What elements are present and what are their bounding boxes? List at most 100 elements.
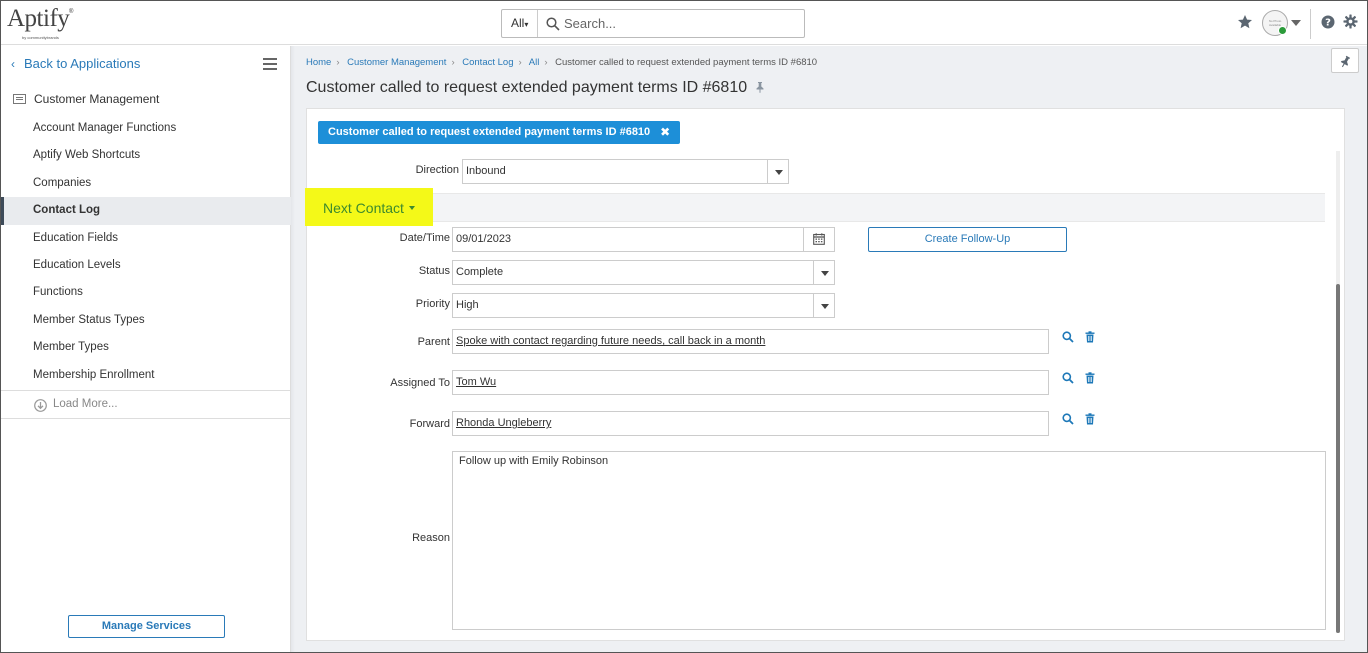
forward-label: Forward (409, 418, 450, 430)
help-icon[interactable]: ? (1321, 15, 1335, 29)
parent-value[interactable]: Spoke with contact regarding future need… (456, 335, 765, 347)
breadcrumb-separator-icon: › (336, 57, 340, 68)
chevron-left-icon: ‹ (11, 57, 15, 71)
breadcrumb-customer-management[interactable]: Customer Management (347, 57, 446, 68)
datetime-label: Date/Time (399, 232, 450, 244)
record-form-card: Customer called to request extended paym… (305, 108, 1345, 641)
breadcrumb-all[interactable]: All (529, 57, 540, 68)
hamburger-menu-icon[interactable] (263, 58, 277, 70)
priority-value: High (456, 299, 479, 311)
breadcrumb-separator-icon: › (518, 57, 522, 68)
main-content: Home › Customer Management › Contact Log › … (295, 46, 1367, 652)
chevron-down-icon (767, 160, 788, 183)
reason-textarea[interactable]: Follow up with Emily Robinson (452, 451, 1326, 630)
pin-icon[interactable] (755, 81, 765, 93)
sidebar-item-education-levels[interactable]: Education Levels (1, 252, 291, 279)
form-scrollbar-thumb[interactable] (1336, 284, 1340, 633)
search-icon (546, 17, 560, 31)
search-input[interactable] (564, 11, 800, 36)
record-tab[interactable]: Customer called to request extended paym… (318, 121, 681, 144)
global-search: All▾ (501, 9, 805, 38)
breadcrumb: Home › Customer Management › Contact Log › … (306, 57, 817, 68)
trash-icon[interactable] (1084, 331, 1096, 343)
breadcrumb-home[interactable]: Home (306, 57, 331, 68)
caret-down-icon (408, 206, 415, 210)
sidebar-item-aptify-web-shortcuts[interactable]: Aptify Web Shortcuts (1, 142, 291, 169)
direction-select[interactable]: Inbound (462, 159, 789, 184)
direction-value: Inbound (466, 165, 506, 177)
close-icon[interactable]: ✖ (660, 121, 670, 144)
status-value: Complete (456, 266, 504, 278)
list-icon (13, 94, 26, 104)
page-title: Customer called to request extended paym… (306, 79, 765, 97)
sidebar-nav-list: Account Manager Functions Aptify Web Sho… (1, 115, 291, 389)
sidebar-item-membership-enrollment[interactable]: Membership Enrollment (1, 362, 291, 389)
back-to-applications-link[interactable]: ‹ Back to Applications (11, 56, 140, 71)
search-scope-label: All (511, 16, 525, 30)
breadcrumb-separator-icon: › (451, 57, 455, 68)
next-contact-section-header[interactable]: Next Contact (305, 188, 1325, 226)
top-bar: Aptify ® by communitybrands All▾ No Phot… (1, 1, 1367, 45)
search-icon[interactable] (1062, 331, 1074, 343)
logo-registered-mark: ® (69, 9, 74, 15)
breadcrumb-contact-log[interactable]: Contact Log (462, 57, 513, 68)
trash-icon[interactable] (1084, 413, 1096, 425)
manage-services-button[interactable]: Manage Services (68, 615, 225, 638)
record-tab-label: Customer called to request extended paym… (328, 126, 651, 138)
reason-label: Reason (412, 532, 450, 544)
priority-select[interactable]: High (452, 293, 835, 318)
datetime-value: 09/01/2023 (456, 233, 512, 245)
status-select[interactable]: Complete (452, 260, 835, 285)
create-follow-up-button[interactable]: Create Follow-Up (868, 227, 1067, 252)
breadcrumb-separator-icon: › (544, 57, 548, 68)
priority-label: Priority (415, 298, 450, 310)
assigned-to-value[interactable]: Tom Wu (456, 376, 496, 388)
user-menu-caret-icon[interactable] (1291, 20, 1301, 26)
svg-text:?: ? (1325, 18, 1331, 29)
trash-icon[interactable] (1084, 372, 1096, 384)
scope-caret-icon: ▾ (524, 20, 529, 29)
pin-page-button[interactable] (1331, 48, 1359, 73)
parent-lookup[interactable]: Spoke with contact regarding future need… (452, 329, 1049, 354)
chevron-down-icon (813, 294, 834, 317)
load-more-label: Load More... (53, 398, 118, 410)
forward-value[interactable]: Rhonda Ungleberry (456, 417, 551, 429)
datetime-input[interactable]: 09/01/2023 (452, 227, 835, 252)
calendar-button[interactable] (803, 228, 834, 251)
aptify-logo[interactable]: Aptify ® by communitybrands (7, 6, 73, 42)
breadcrumb-current: Customer called to request extended paym… (555, 57, 818, 68)
forward-lookup[interactable]: Rhonda Ungleberry (452, 411, 1049, 436)
assigned-to-lookup[interactable]: Tom Wu (452, 370, 1049, 395)
search-icon[interactable] (1062, 372, 1074, 384)
pin-icon (1340, 55, 1351, 68)
favorites-star-icon[interactable] (1237, 14, 1253, 30)
sidebar-item-education-fields[interactable]: Education Fields (1, 225, 291, 252)
logo-text: Aptify (7, 5, 70, 32)
load-more-button[interactable]: Load More... (1, 390, 291, 419)
online-status-indicator (1278, 26, 1287, 35)
sidebar-item-functions[interactable]: Functions (1, 279, 291, 306)
sidebar-item-member-status-types[interactable]: Member Status Types (1, 307, 291, 334)
search-icon[interactable] (1062, 413, 1074, 425)
calendar-icon (813, 233, 825, 245)
sidebar-item-member-types[interactable]: Member Types (1, 334, 291, 361)
section-title-label: Customer Management (34, 92, 160, 106)
direction-label: Direction (415, 164, 459, 176)
sidebar-item-companies[interactable]: Companies (1, 170, 291, 197)
status-label: Status (418, 265, 450, 277)
section-title: Next Contact (323, 200, 415, 216)
section-title-text: Next Contact (323, 200, 404, 216)
sidebar: ‹ Back to Applications Customer Managemen… (1, 46, 291, 652)
logo-subtitle: by communitybrands (22, 35, 59, 40)
header-divider (1310, 9, 1311, 39)
gear-icon[interactable] (1343, 14, 1358, 29)
page-title-text: Customer called to request extended paym… (306, 79, 748, 96)
chevron-down-icon (813, 261, 834, 284)
search-scope-dropdown[interactable]: All▾ (502, 10, 538, 37)
sidebar-section-title[interactable]: Customer Management (13, 92, 159, 106)
assigned-to-label: Assigned To (390, 377, 450, 389)
sidebar-item-account-manager-functions[interactable]: Account Manager Functions (1, 115, 291, 142)
back-label: Back to Applications (24, 56, 141, 71)
arrow-down-circle-icon (34, 399, 47, 412)
sidebar-item-contact-log[interactable]: Contact Log (1, 197, 291, 225)
